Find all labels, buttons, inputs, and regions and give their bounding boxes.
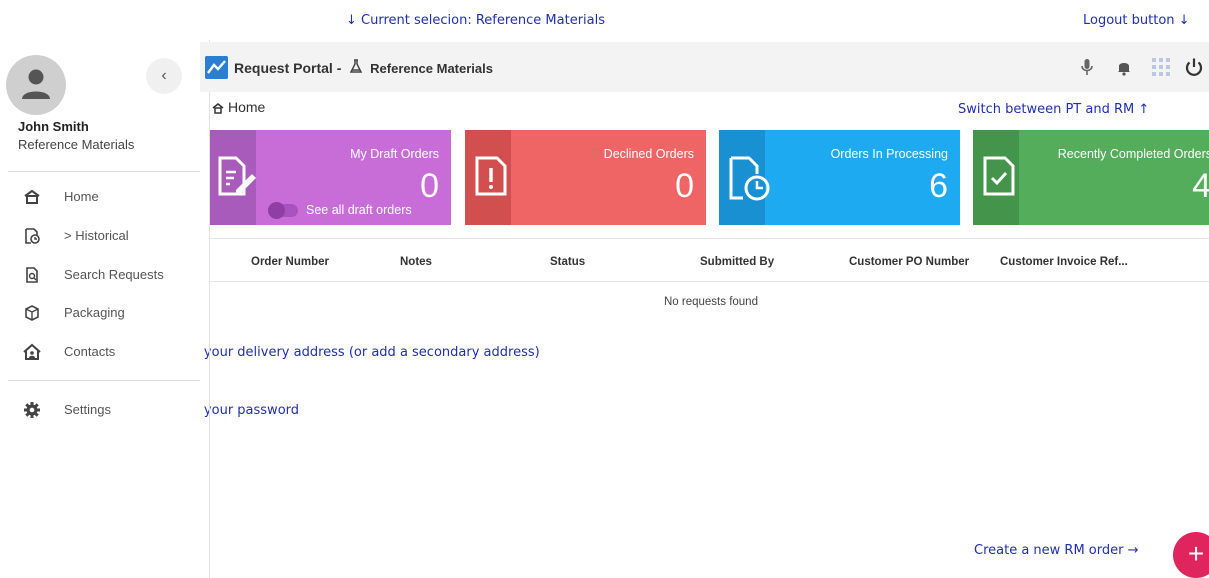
contacts-house-icon <box>23 343 41 360</box>
annotation-current-selection: ↓ Current selecion: Reference Materials <box>346 13 606 28</box>
gear-icon <box>24 402 40 418</box>
card-count: 0 <box>420 167 439 205</box>
bell-icon[interactable] <box>1113 56 1135 78</box>
toggle-label[interactable]: See all draft orders <box>306 203 412 217</box>
app-subtitle: Reference Materials <box>370 61 493 76</box>
app-logo-icon <box>205 56 228 79</box>
home-icon <box>24 189 40 204</box>
sidebar-divider <box>8 380 200 381</box>
empty-table-message: No requests found <box>664 296 758 308</box>
table-header: Order Number Notes Status Submitted By C… <box>210 238 1209 282</box>
card-title: My Draft Orders <box>350 147 439 161</box>
card-title: Orders In Processing <box>830 147 948 161</box>
sidebar-item-packaging[interactable]: Packaging <box>0 295 200 331</box>
column-customer-po-number[interactable]: Customer PO Number <box>849 256 969 268</box>
draft-orders-toggle[interactable] <box>268 202 298 219</box>
app-title: Request Portal - Reference Materials <box>234 59 493 76</box>
search-document-icon <box>26 267 38 283</box>
card-draft-orders[interactable]: My Draft Orders 0 See all draft orders <box>210 130 451 225</box>
power-icon[interactable] <box>1183 56 1205 78</box>
content-separator <box>209 40 210 578</box>
sidebar-item-search-requests[interactable]: Search Requests <box>0 257 200 293</box>
annotation-create-order: Create a new RM order → <box>974 543 1139 558</box>
flask-icon <box>350 59 363 73</box>
column-order-number[interactable]: Order Number <box>251 256 329 268</box>
sidebar-item-label: > Historical <box>64 228 129 243</box>
annotation-logout-button: Logout button ↓ <box>1083 13 1190 28</box>
breadcrumb: Home <box>212 99 265 115</box>
edit-document-icon <box>218 156 256 196</box>
history-icon <box>25 228 40 244</box>
collapse-sidebar-button[interactable]: ‹ <box>146 58 182 94</box>
clock-document-icon <box>729 156 770 201</box>
user-name: John Smith <box>18 119 89 134</box>
breadcrumb-home[interactable]: Home <box>228 99 265 115</box>
sidebar: ‹ John Smith Reference Materials Home > … <box>0 40 200 578</box>
apps-grid-icon[interactable] <box>1150 56 1172 78</box>
home-icon <box>212 103 224 114</box>
avatar[interactable] <box>6 55 66 115</box>
sidebar-item-label: Packaging <box>64 305 125 320</box>
sidebar-item-label: Search Requests <box>64 267 164 282</box>
card-title: Recently Completed Orders <box>1057 147 1209 161</box>
card-title: Declined Orders <box>603 147 694 161</box>
toggle-knob <box>268 202 285 219</box>
card-declined-orders[interactable]: Declined Orders 0 <box>465 130 706 225</box>
column-status[interactable]: Status <box>550 256 585 268</box>
check-document-icon <box>983 156 1015 196</box>
card-recently-completed[interactable]: Recently Completed Orders 4 <box>973 130 1209 225</box>
card-count: 6 <box>929 167 948 205</box>
sidebar-item-label: Contacts <box>64 344 116 359</box>
card-orders-processing[interactable]: Orders In Processing 6 <box>719 130 960 225</box>
sidebar-item-settings[interactable]: Settings <box>0 392 200 428</box>
alert-document-icon <box>475 156 507 196</box>
create-order-button[interactable]: + <box>1173 532 1209 578</box>
user-role: Reference Materials <box>18 137 135 152</box>
sidebar-divider <box>8 171 200 172</box>
sidebar-item-home[interactable]: Home <box>0 179 200 215</box>
column-customer-invoice-ref[interactable]: Customer Invoice Ref... <box>1000 256 1128 268</box>
annotation-switch: Switch between PT and RM ↑ <box>958 102 1150 117</box>
column-submitted-by[interactable]: Submitted By <box>700 256 774 268</box>
sidebar-item-contacts[interactable]: Contacts <box>0 334 200 370</box>
user-icon <box>22 69 50 99</box>
sidebar-item-label: Settings <box>64 402 111 417</box>
sidebar-item-historical[interactable]: > Historical <box>0 218 200 254</box>
sidebar-item-label: Home <box>64 189 99 204</box>
column-notes[interactable]: Notes <box>400 256 432 268</box>
microphone-icon[interactable] <box>1076 56 1098 78</box>
card-count: 4 <box>1192 167 1209 205</box>
top-bar: Request Portal - Reference Materials <box>200 42 1209 92</box>
package-icon <box>25 305 39 321</box>
card-count: 0 <box>675 167 694 205</box>
app-title-text: Request Portal - <box>234 60 346 76</box>
